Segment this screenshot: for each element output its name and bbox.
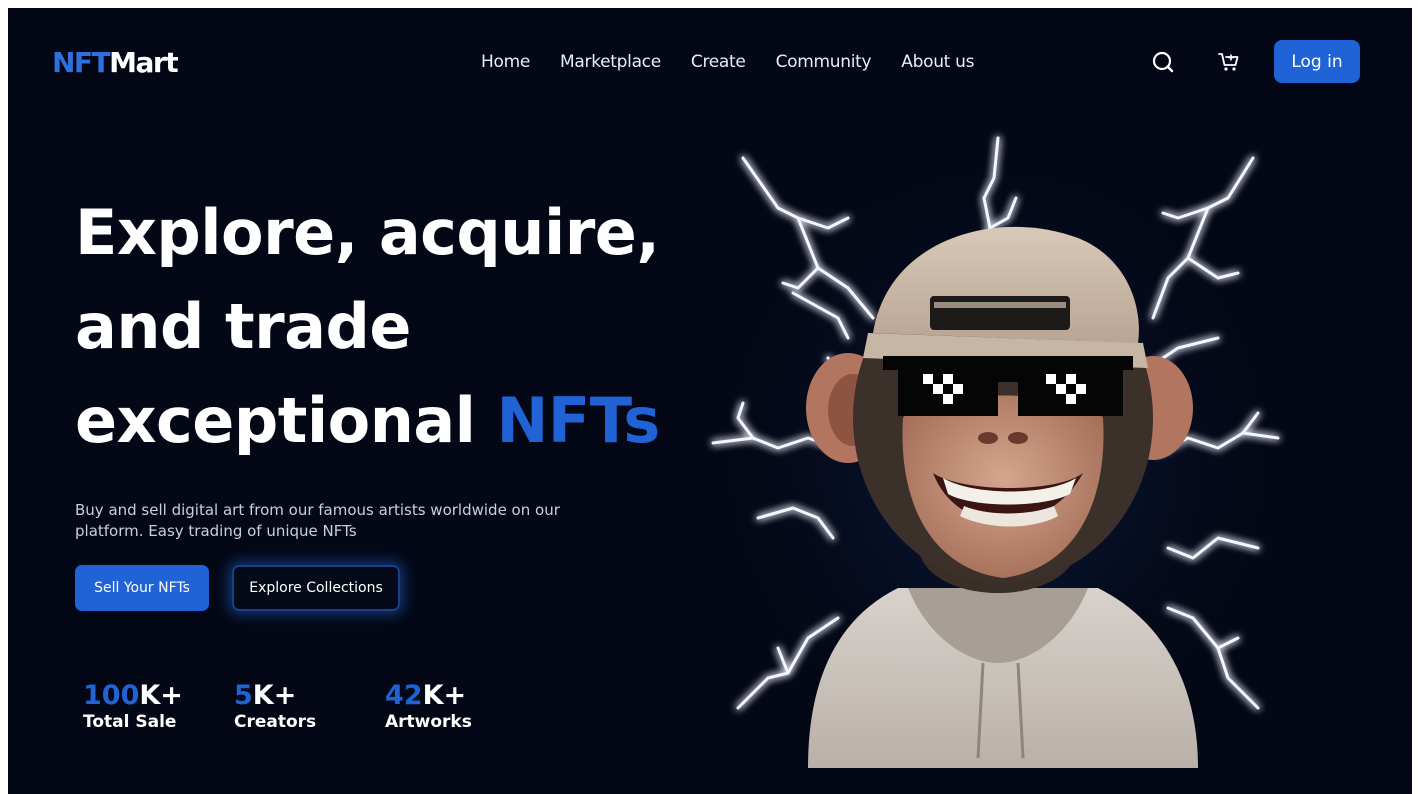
search-icon[interactable] — [1150, 49, 1176, 75]
sell-nfts-button[interactable]: Sell Your NFTs — [75, 565, 209, 611]
stat-label: Total Sale — [83, 712, 177, 732]
hero-headline: Explore, acquire, and trade exceptional … — [75, 186, 695, 468]
headline-accent: NFTs — [496, 384, 661, 457]
stat-total-sale: 100K+ Total Sale — [83, 680, 183, 732]
hero-nft-artwork — [698, 118, 1298, 778]
stat-number: 5K+ — [234, 680, 316, 712]
stat-number: 100K+ — [83, 680, 183, 712]
cart-icon[interactable] — [1216, 49, 1242, 75]
nav-about-us[interactable]: About us — [901, 52, 974, 72]
headline-line-2: and trade — [75, 290, 411, 363]
stat-suffix: K+ — [139, 680, 183, 711]
nav-home[interactable]: Home — [481, 52, 530, 72]
logo[interactable]: NFTMart — [52, 46, 179, 79]
stat-creators: 5K+ Creators — [234, 680, 316, 732]
stat-suffix: K+ — [252, 680, 297, 711]
hero-subtitle: Buy and sell digital art from our famous… — [75, 501, 560, 540]
explore-collections-button[interactable]: Explore Collections — [232, 565, 400, 611]
page-frame: NFTMart Home Marketplace Create Communit… — [8, 8, 1412, 794]
stat-number: 42K+ — [385, 680, 472, 712]
stat-value: 42 — [385, 680, 423, 711]
nav-create[interactable]: Create — [691, 52, 746, 72]
stat-artworks: 42K+ Artworks — [385, 680, 472, 732]
nav-community[interactable]: Community — [776, 52, 872, 72]
stat-label: Artworks — [385, 712, 472, 732]
stat-label: Creators — [234, 712, 317, 732]
logo-part-mart: Mart — [109, 46, 178, 79]
nav-marketplace[interactable]: Marketplace — [560, 52, 661, 72]
main-nav: Home Marketplace Create Community About … — [481, 52, 974, 72]
stat-value: 100 — [83, 680, 140, 711]
stat-value: 5 — [234, 680, 253, 711]
headline-line-3: exceptional — [75, 384, 497, 457]
login-button[interactable]: Log in — [1274, 40, 1360, 83]
stat-suffix: K+ — [422, 680, 467, 711]
logo-part-nft: NFT — [52, 46, 111, 79]
headline-line-1: Explore, acquire, — [75, 196, 660, 269]
